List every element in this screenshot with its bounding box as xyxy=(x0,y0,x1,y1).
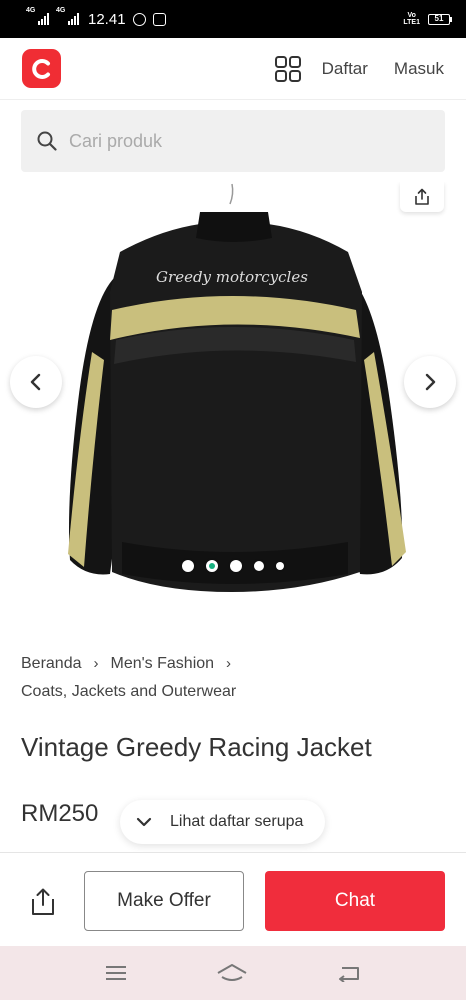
share-icon[interactable] xyxy=(400,182,444,212)
signal-icon: 4G xyxy=(26,7,49,25)
product-price: RM250 xyxy=(21,800,99,827)
breadcrumb-item-home[interactable]: Beranda xyxy=(21,655,82,672)
search-icon xyxy=(37,131,57,151)
grid-icon[interactable] xyxy=(274,55,302,83)
chevron-right-icon xyxy=(425,373,436,391)
status-right: Vo LTE1 51 xyxy=(403,12,452,26)
top-header: Daftar Masuk xyxy=(0,38,466,100)
app-notification-icon xyxy=(152,12,166,26)
see-similar-button[interactable]: Lihat daftar serupa xyxy=(120,800,326,844)
volte-indicator: Vo LTE1 xyxy=(403,12,420,26)
bottom-action-bar: Make Offer Chat xyxy=(0,852,466,946)
carousell-logo-icon[interactable] xyxy=(22,49,61,88)
search-bar[interactable]: Cari produk xyxy=(21,110,445,172)
pagination-dot[interactable] xyxy=(182,560,194,572)
signal-icon: 4G xyxy=(56,7,79,25)
breadcrumb-separator: › xyxy=(93,655,99,672)
search-input[interactable]: Cari produk xyxy=(69,131,162,152)
chevron-left-icon xyxy=(30,373,41,391)
make-offer-button[interactable]: Make Offer xyxy=(84,871,244,931)
previous-image-button[interactable] xyxy=(10,356,62,408)
whatsapp-icon xyxy=(132,12,146,26)
breadcrumb-separator: › xyxy=(226,655,232,672)
see-similar-label: Lihat daftar serupa xyxy=(170,813,304,830)
product-image-gallery[interactable]: Greedy motorcycles xyxy=(0,182,466,610)
product-title: Vintage Greedy Racing Jacket xyxy=(21,732,372,762)
android-navigation-bar xyxy=(0,946,466,1000)
product-photo: Greedy motorcycles xyxy=(68,183,406,592)
status-left: 4G 4G 12.41 xyxy=(26,7,166,28)
home-icon[interactable] xyxy=(216,963,248,983)
chat-button[interactable]: Chat xyxy=(265,871,445,931)
pagination-dot[interactable] xyxy=(276,562,284,570)
image-pagination xyxy=(0,560,466,572)
menu-icon[interactable] xyxy=(104,964,128,982)
chevron-down-icon xyxy=(136,817,152,827)
jacket-print-text: Greedy motorcycles xyxy=(156,268,308,286)
back-icon[interactable] xyxy=(336,964,362,982)
share-icon xyxy=(32,888,54,915)
breadcrumb-item-category[interactable]: Men's Fashion xyxy=(111,655,215,672)
status-time: 12.41 xyxy=(88,10,126,28)
pagination-dot[interactable] xyxy=(230,560,242,572)
share-button[interactable] xyxy=(26,885,60,919)
pagination-dot-active[interactable] xyxy=(206,560,218,572)
breadcrumb: Beranda › Men's Fashion › Coats, Jackets an… xyxy=(21,650,451,706)
next-image-button[interactable] xyxy=(404,356,456,408)
pagination-dot[interactable] xyxy=(254,561,264,571)
breadcrumb-item-subcategory[interactable]: Coats, Jackets and Outerwear xyxy=(21,683,236,700)
battery-icon: 51 xyxy=(428,13,452,25)
status-bar: 4G 4G 12.41 Vo LTE1 51 xyxy=(0,0,466,38)
login-link[interactable]: Masuk xyxy=(394,59,444,79)
register-link[interactable]: Daftar xyxy=(322,59,368,79)
